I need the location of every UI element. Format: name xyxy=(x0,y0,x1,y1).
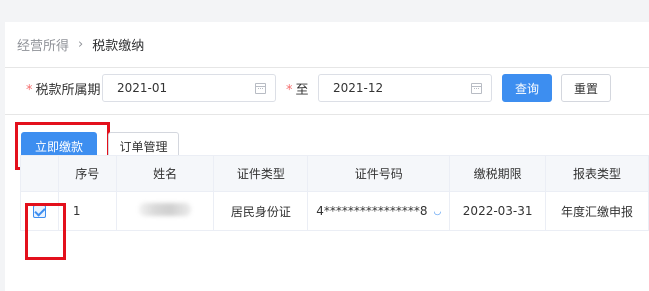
eye-icon[interactable]: ◡ xyxy=(433,207,441,217)
column-header: 缴税期限 xyxy=(449,155,547,192)
calendar-icon xyxy=(255,83,266,94)
header-divider xyxy=(5,67,649,68)
to-label: * 至 xyxy=(286,79,309,98)
reset-button[interactable]: 重置 xyxy=(561,74,611,102)
period-label: * 税款所属期 xyxy=(26,79,101,98)
query-button[interactable]: 查询 xyxy=(502,74,552,102)
table-header-row: 序号 姓名 证件类型 证件号码 缴税期限 报表类型 xyxy=(20,155,649,192)
breadcrumb: 经营所得 › 税款缴纳 xyxy=(17,35,144,54)
top-bar xyxy=(0,0,649,22)
id-number-text: 4****************8 xyxy=(316,204,428,218)
table-cell: 年度汇缴申报 xyxy=(545,191,649,231)
blurred-name xyxy=(139,203,192,216)
id-number-cell: 4****************8 ◡ xyxy=(307,191,451,231)
filter-divider xyxy=(5,114,649,115)
start-period-input[interactable]: 2021-01 xyxy=(102,74,276,102)
end-period-input[interactable]: 2021-12 xyxy=(318,74,492,102)
select-column-header xyxy=(20,155,59,192)
start-period-value: 2021-01 xyxy=(117,81,168,95)
column-header: 证件号码 xyxy=(307,155,451,192)
table-row[interactable]: 1 居民身份证 4****************8 ◡ 2022-03-31 年… xyxy=(20,191,649,231)
to-label-text: 至 xyxy=(295,83,309,98)
column-header: 报表类型 xyxy=(545,155,649,192)
required-mark: * xyxy=(286,83,293,98)
breadcrumb-current: 税款缴纳 xyxy=(92,39,145,54)
required-mark: * xyxy=(26,83,33,98)
period-label-text: 税款所属期 xyxy=(35,83,101,98)
breadcrumb-separator-icon: › xyxy=(78,37,84,52)
end-period-value: 2021-12 xyxy=(333,81,384,95)
name-cell xyxy=(115,191,215,231)
column-header: 序号 xyxy=(57,155,117,192)
column-header: 证件类型 xyxy=(213,155,309,192)
tax-table: 序号 姓名 证件类型 证件号码 缴税期限 报表类型 1 居民身份证 4*****… xyxy=(20,155,649,231)
table-cell: 2022-03-31 xyxy=(449,191,547,231)
breadcrumb-parent[interactable]: 经营所得 xyxy=(17,35,69,54)
table-cell: 1 xyxy=(57,191,117,231)
highlight-box-checkbox xyxy=(25,203,66,260)
calendar-icon xyxy=(471,83,482,94)
column-header: 姓名 xyxy=(115,155,215,192)
table-cell: 居民身份证 xyxy=(213,191,309,231)
